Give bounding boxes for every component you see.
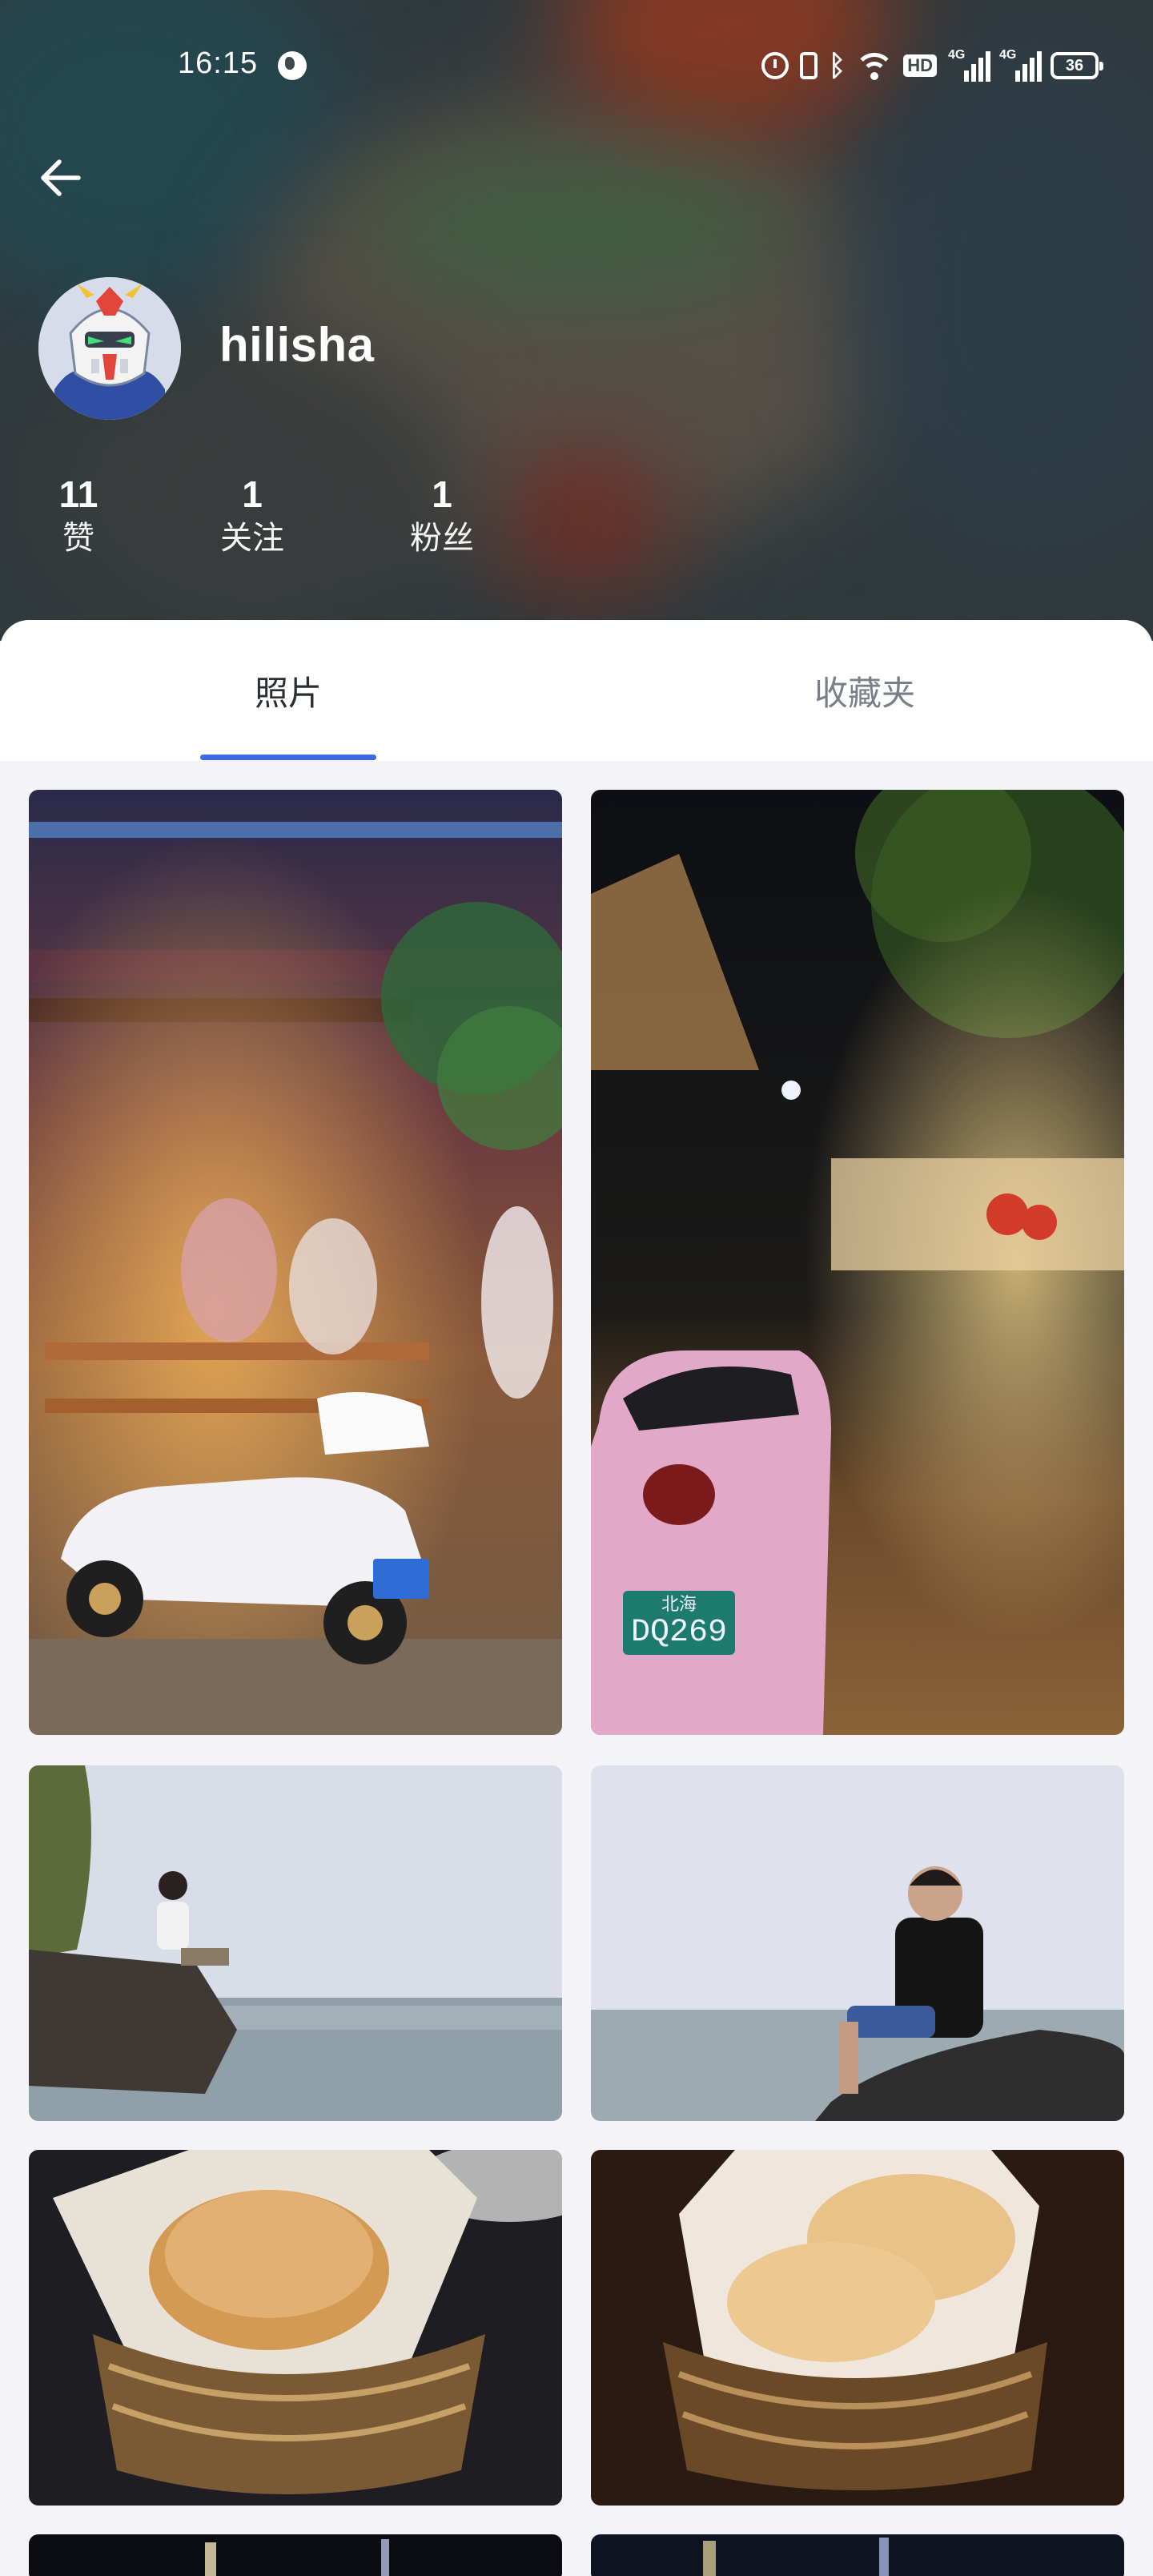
stat-likes-label: 赞 <box>62 521 94 556</box>
stat-followers[interactable]: 1 粉丝 <box>378 473 506 561</box>
globe-icon <box>278 51 307 80</box>
stat-followers-value: 1 <box>432 473 452 515</box>
vibrate-icon <box>799 52 818 79</box>
bluetooth-icon: ᛒ <box>828 49 846 82</box>
seaside-portrait-photo <box>591 1765 1124 2121</box>
stat-following-label: 关注 <box>220 521 284 556</box>
bun-basket-photo <box>591 2150 1124 2506</box>
license-plate-region: 北海 <box>661 1595 697 1615</box>
stat-likes-value: 11 <box>58 473 98 515</box>
tab-photos[interactable]: 照片 <box>200 620 376 761</box>
hd-badge: HD <box>903 54 937 77</box>
signal-icon: 4G <box>999 48 1042 82</box>
wifi-icon <box>857 51 893 80</box>
night-skyline-photo <box>591 2534 1124 2576</box>
username: hilisha <box>219 318 375 372</box>
photo-thumbnail[interactable] <box>29 1765 562 2121</box>
photo-thumbnail[interactable] <box>591 2150 1124 2506</box>
night-cafe-scooter-photo <box>29 790 562 1735</box>
stat-following-value: 1 <box>242 473 263 515</box>
back-button[interactable] <box>32 149 90 207</box>
photo-thumbnail[interactable] <box>29 2150 562 2506</box>
night-city-photo <box>29 2534 562 2576</box>
signal-icon: 4G <box>948 48 990 82</box>
photo-thumbnail[interactable]: DQ269 北海 <box>591 790 1124 1735</box>
photo-thumbnail[interactable] <box>591 1765 1124 2121</box>
tab-favorites[interactable]: 收藏夹 <box>777 620 953 761</box>
stat-followers-label: 粉丝 <box>410 521 474 556</box>
active-tab-indicator <box>200 755 376 760</box>
photo-thumbnail[interactable] <box>29 790 562 1735</box>
pastry-basket-photo <box>29 2150 562 2506</box>
photo-thumbnail[interactable] <box>591 2534 1124 2576</box>
back-arrow-icon <box>41 159 81 196</box>
robot-avatar-image <box>38 277 181 420</box>
network-type-label: 4G <box>999 48 1017 62</box>
license-plate-number: DQ269 <box>631 1615 727 1651</box>
seaside-photographer-photo <box>29 1765 562 2121</box>
network-type-label: 4G <box>948 48 966 62</box>
avatar[interactable] <box>38 277 181 420</box>
tab-bar: 照片 收藏夹 <box>0 620 1153 761</box>
status-time: 16:15 <box>178 46 259 80</box>
alarm-icon <box>761 52 789 79</box>
profile-header: 16:15 ᛒ HD 4G 4G 36 hilisha 11 赞 1 关注 1 … <box>0 0 1153 641</box>
status-icons: ᛒ HD 4G 4G 36 <box>761 48 1103 83</box>
stat-likes[interactable]: 11 赞 <box>14 473 143 561</box>
status-bar: 16:15 ᛒ HD 4G 4G 36 <box>0 0 1153 132</box>
profile-screen: 16:15 ᛒ HD 4G 4G 36 hilisha 11 赞 1 关注 1 … <box>0 0 1153 2576</box>
battery-icon: 36 <box>1051 52 1103 79</box>
pink-scooter-night-photo: DQ269 北海 <box>591 790 1124 1735</box>
photo-thumbnail[interactable] <box>29 2534 562 2576</box>
stat-following[interactable]: 1 关注 <box>188 473 316 561</box>
